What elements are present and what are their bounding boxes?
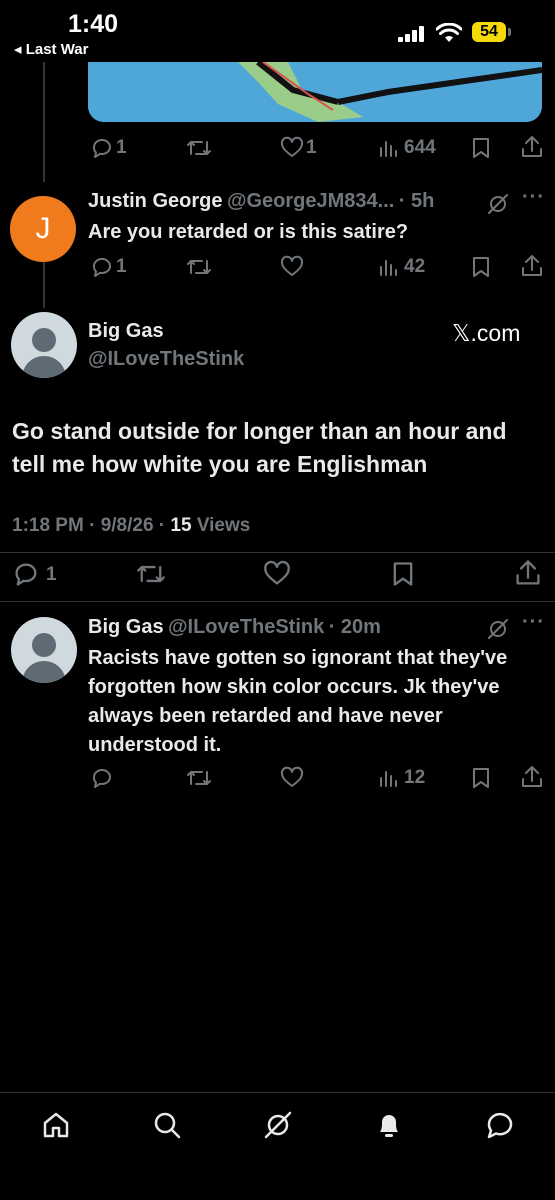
retweet-icon[interactable] bbox=[186, 766, 212, 790]
like-icon[interactable] bbox=[280, 766, 304, 790]
tweet-media-image[interactable] bbox=[88, 62, 542, 122]
avatar-body-shape bbox=[22, 356, 66, 378]
avatar-body-shape bbox=[22, 661, 66, 683]
views-icon[interactable] bbox=[378, 255, 400, 279]
notifications-icon[interactable] bbox=[373, 1109, 405, 1141]
messages-icon[interactable] bbox=[484, 1109, 516, 1141]
divider bbox=[0, 552, 555, 553]
author-handle[interactable]: @ILoveTheStink bbox=[88, 348, 244, 371]
home-icon[interactable] bbox=[40, 1109, 72, 1141]
like-icon[interactable] bbox=[280, 255, 304, 279]
tweet-text: Are you retarded or is this satire? bbox=[88, 221, 409, 243]
reply-count: 1 bbox=[116, 137, 127, 158]
share-icon[interactable] bbox=[520, 253, 544, 279]
reply-count: 1 bbox=[46, 564, 57, 585]
grok-icon[interactable] bbox=[486, 617, 510, 641]
thread-line bbox=[43, 256, 45, 308]
more-icon[interactable]: ··· bbox=[522, 186, 545, 209]
wifi-icon bbox=[436, 23, 462, 43]
views-count: 42 bbox=[404, 256, 426, 277]
bookmark-icon[interactable] bbox=[470, 766, 492, 790]
bookmark-icon[interactable] bbox=[470, 136, 492, 160]
views-icon[interactable] bbox=[378, 136, 400, 160]
main-tweet-text: Go stand outside for longer than an hour… bbox=[12, 418, 507, 477]
reply-icon[interactable] bbox=[90, 766, 114, 790]
tweet-metadata: 1:18 PM · 9/8/26 · 15 Views bbox=[12, 515, 250, 537]
share-icon[interactable] bbox=[514, 558, 542, 588]
thread-line bbox=[43, 62, 45, 182]
bookmark-icon[interactable] bbox=[390, 560, 416, 588]
reply-icon[interactable] bbox=[90, 255, 114, 279]
tweet-timestamp: 1:18 PM · 9/8/26 · bbox=[12, 515, 171, 536]
avatar-head-shape bbox=[32, 633, 56, 657]
views-label: Views bbox=[191, 515, 251, 536]
reply-icon[interactable] bbox=[12, 560, 40, 588]
author-name[interactable]: Big Gas bbox=[88, 616, 164, 638]
x-watermark: 𝕏.com bbox=[452, 320, 521, 346]
battery-icon: 54 bbox=[472, 22, 506, 42]
retweet-icon[interactable] bbox=[136, 560, 166, 588]
search-icon[interactable] bbox=[151, 1109, 183, 1141]
views-count: 15 bbox=[170, 515, 192, 536]
more-icon[interactable]: ··· bbox=[522, 611, 545, 634]
retweet-icon[interactable] bbox=[186, 255, 212, 279]
retweet-icon[interactable] bbox=[186, 136, 212, 160]
avatar[interactable] bbox=[11, 312, 77, 378]
battery-level: 54 bbox=[480, 23, 498, 40]
views-count: 12 bbox=[404, 767, 426, 788]
share-icon[interactable] bbox=[520, 134, 544, 160]
status-time: 1:40 bbox=[68, 10, 119, 38]
reply-count: 1 bbox=[116, 256, 127, 277]
avatar-letter: J bbox=[35, 212, 51, 245]
like-icon[interactable] bbox=[263, 560, 291, 588]
like-count: 1 bbox=[306, 137, 317, 158]
author-name[interactable]: Big Gas bbox=[88, 320, 164, 343]
avatar-head-shape bbox=[32, 328, 56, 352]
back-to-app-link[interactable]: ◂ Last War bbox=[14, 40, 89, 58]
map-image bbox=[88, 62, 542, 122]
tweet-time: · 20m bbox=[328, 616, 381, 638]
views-count: 644 bbox=[404, 137, 436, 158]
bookmark-icon[interactable] bbox=[470, 255, 492, 279]
grok-icon[interactable] bbox=[262, 1109, 294, 1141]
divider bbox=[0, 601, 555, 602]
reply-icon[interactable] bbox=[90, 136, 114, 160]
tweet-header: Justin George @GeorgeJM834... · 5h bbox=[88, 190, 434, 213]
tweet-text: Racists have gotten so ignorant that the… bbox=[88, 647, 508, 756]
share-icon[interactable] bbox=[520, 764, 544, 790]
battery-tip bbox=[508, 28, 511, 36]
avatar[interactable] bbox=[11, 617, 77, 683]
tweet-time: · 5h bbox=[398, 190, 435, 212]
views-icon[interactable] bbox=[378, 766, 400, 790]
avatar[interactable]: J bbox=[10, 196, 76, 262]
grok-icon[interactable] bbox=[486, 192, 510, 216]
cellular-signal-icon bbox=[398, 26, 426, 42]
author-handle[interactable]: @ILoveTheStink bbox=[168, 616, 324, 638]
author-handle[interactable]: @GeorgeJM834... bbox=[227, 190, 394, 212]
bottom-nav bbox=[0, 1093, 555, 1200]
author-name[interactable]: Justin George bbox=[88, 190, 222, 212]
tweet-header: Big Gas @ILoveTheStink · 20m bbox=[88, 616, 381, 639]
like-icon[interactable] bbox=[280, 136, 304, 160]
